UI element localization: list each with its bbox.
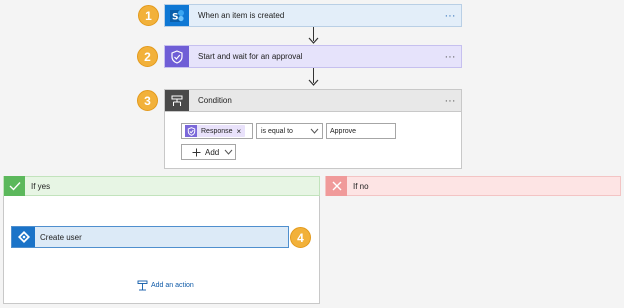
response-token-label: Response (201, 127, 233, 135)
checkmark-icon (4, 176, 25, 196)
chevron-down-icon (310, 128, 319, 134)
approval-card-header[interactable]: Start and wait for an approval ··· (164, 45, 462, 68)
approval-card-title: Start and wait for an approval (198, 52, 303, 61)
arrow-head-2 (308, 79, 319, 86)
approval-icon (165, 46, 189, 67)
condition-value-input[interactable]: Approve (326, 123, 396, 139)
condition-icon (165, 90, 189, 111)
azure-ad-icon (12, 227, 35, 247)
condition-card-header[interactable]: Condition ··· (164, 89, 462, 112)
step-badge-4: 4 (290, 227, 311, 248)
arrow-head-1 (308, 37, 319, 44)
step-badge-3: 3 (137, 90, 158, 111)
condition-more-menu-button[interactable]: ··· (439, 95, 461, 106)
remove-token-button[interactable]: × (237, 127, 242, 136)
yes-branch-header[interactable]: If yes (3, 176, 320, 196)
step-badge-1: 1 (138, 5, 159, 26)
close-icon (326, 176, 347, 196)
trigger-card-header[interactable]: S When an item is created ··· (164, 4, 462, 27)
condition-left-operand[interactable]: Response × (181, 123, 253, 139)
add-action-icon (137, 280, 148, 290)
operator-selected-value: is equal to (261, 127, 293, 135)
create-user-card-title: Create user (40, 232, 82, 242)
trigger-card-title: When an item is created (198, 11, 285, 20)
step-badge-2: 2 (137, 46, 158, 67)
no-branch-header[interactable]: If no (325, 176, 621, 196)
chevron-down-icon (224, 149, 233, 155)
approval-more-menu-button[interactable]: ··· (439, 51, 461, 62)
trigger-more-menu-button[interactable]: ··· (439, 10, 461, 21)
add-condition-button[interactable]: Add (181, 144, 236, 160)
plus-icon (192, 148, 201, 156)
response-token[interactable]: Response × (185, 125, 246, 137)
add-action-label: Add an action (151, 281, 194, 289)
condition-card-title: Condition (198, 96, 232, 105)
sharepoint-icon: S (165, 5, 189, 26)
no-branch-title: If no (353, 181, 369, 191)
add-condition-label: Add (205, 147, 220, 157)
approval-token-icon (185, 125, 197, 137)
operator-dropdown[interactable]: is equal to (256, 123, 323, 139)
svg-text:S: S (172, 12, 178, 22)
yes-branch-title: If yes (31, 181, 51, 191)
create-user-card-header[interactable]: Create user (11, 226, 289, 248)
add-action-button[interactable]: Add an action (137, 279, 194, 291)
condition-value-text: Approve (330, 127, 357, 135)
